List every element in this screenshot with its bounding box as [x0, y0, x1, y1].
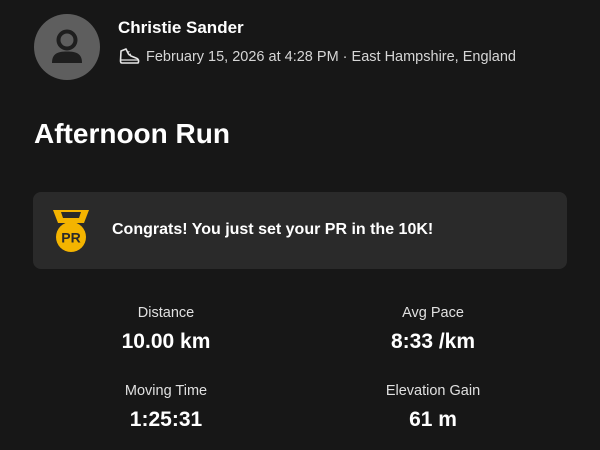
- athlete-name[interactable]: Christie Sander: [118, 18, 244, 38]
- achievement-message: Congrats! You just set your PR in the 10…: [112, 221, 434, 238]
- stat-distance-label: Distance: [137, 305, 195, 321]
- stat-distance: Distance 10.00 km: [66, 305, 266, 354]
- activity-meta: February 15, 2026 at 4:28 PM · East Hamp…: [118, 47, 516, 67]
- stat-elevation-gain: Elevation Gain 61 m: [333, 383, 533, 432]
- activity-title: Afternoon Run: [34, 118, 230, 149]
- user-silhouette-icon: [52, 29, 82, 63]
- stat-moving-time-value: 1:25:31: [129, 408, 203, 431]
- stat-moving-time: Moving Time 1:25:31: [66, 383, 266, 432]
- pr-badge-label: PR: [61, 230, 80, 246]
- avatar[interactable]: [34, 14, 100, 80]
- stat-elevation-gain-value: 61 m: [409, 408, 457, 431]
- stat-distance-value: 10.00 km: [121, 330, 211, 353]
- running-shoe-icon: [119, 48, 140, 64]
- activity-date-location: February 15, 2026 at 4:28 PM · East Hamp…: [146, 49, 516, 65]
- stat-avg-pace-label: Avg Pace: [402, 305, 464, 321]
- stat-elevation-gain-label: Elevation Gain: [385, 383, 481, 399]
- achievement-card[interactable]: PR Congrats! You just set your PR in the…: [33, 192, 567, 269]
- stat-moving-time-label: Moving Time: [124, 383, 208, 399]
- stat-avg-pace-value: 8:33 /km: [390, 330, 476, 353]
- pr-medal-icon: PR: [53, 210, 89, 252]
- stat-avg-pace: Avg Pace 8:33 /km: [333, 305, 533, 354]
- activity-header: Christie Sander February 15, 2026 at 4:2…: [34, 14, 574, 84]
